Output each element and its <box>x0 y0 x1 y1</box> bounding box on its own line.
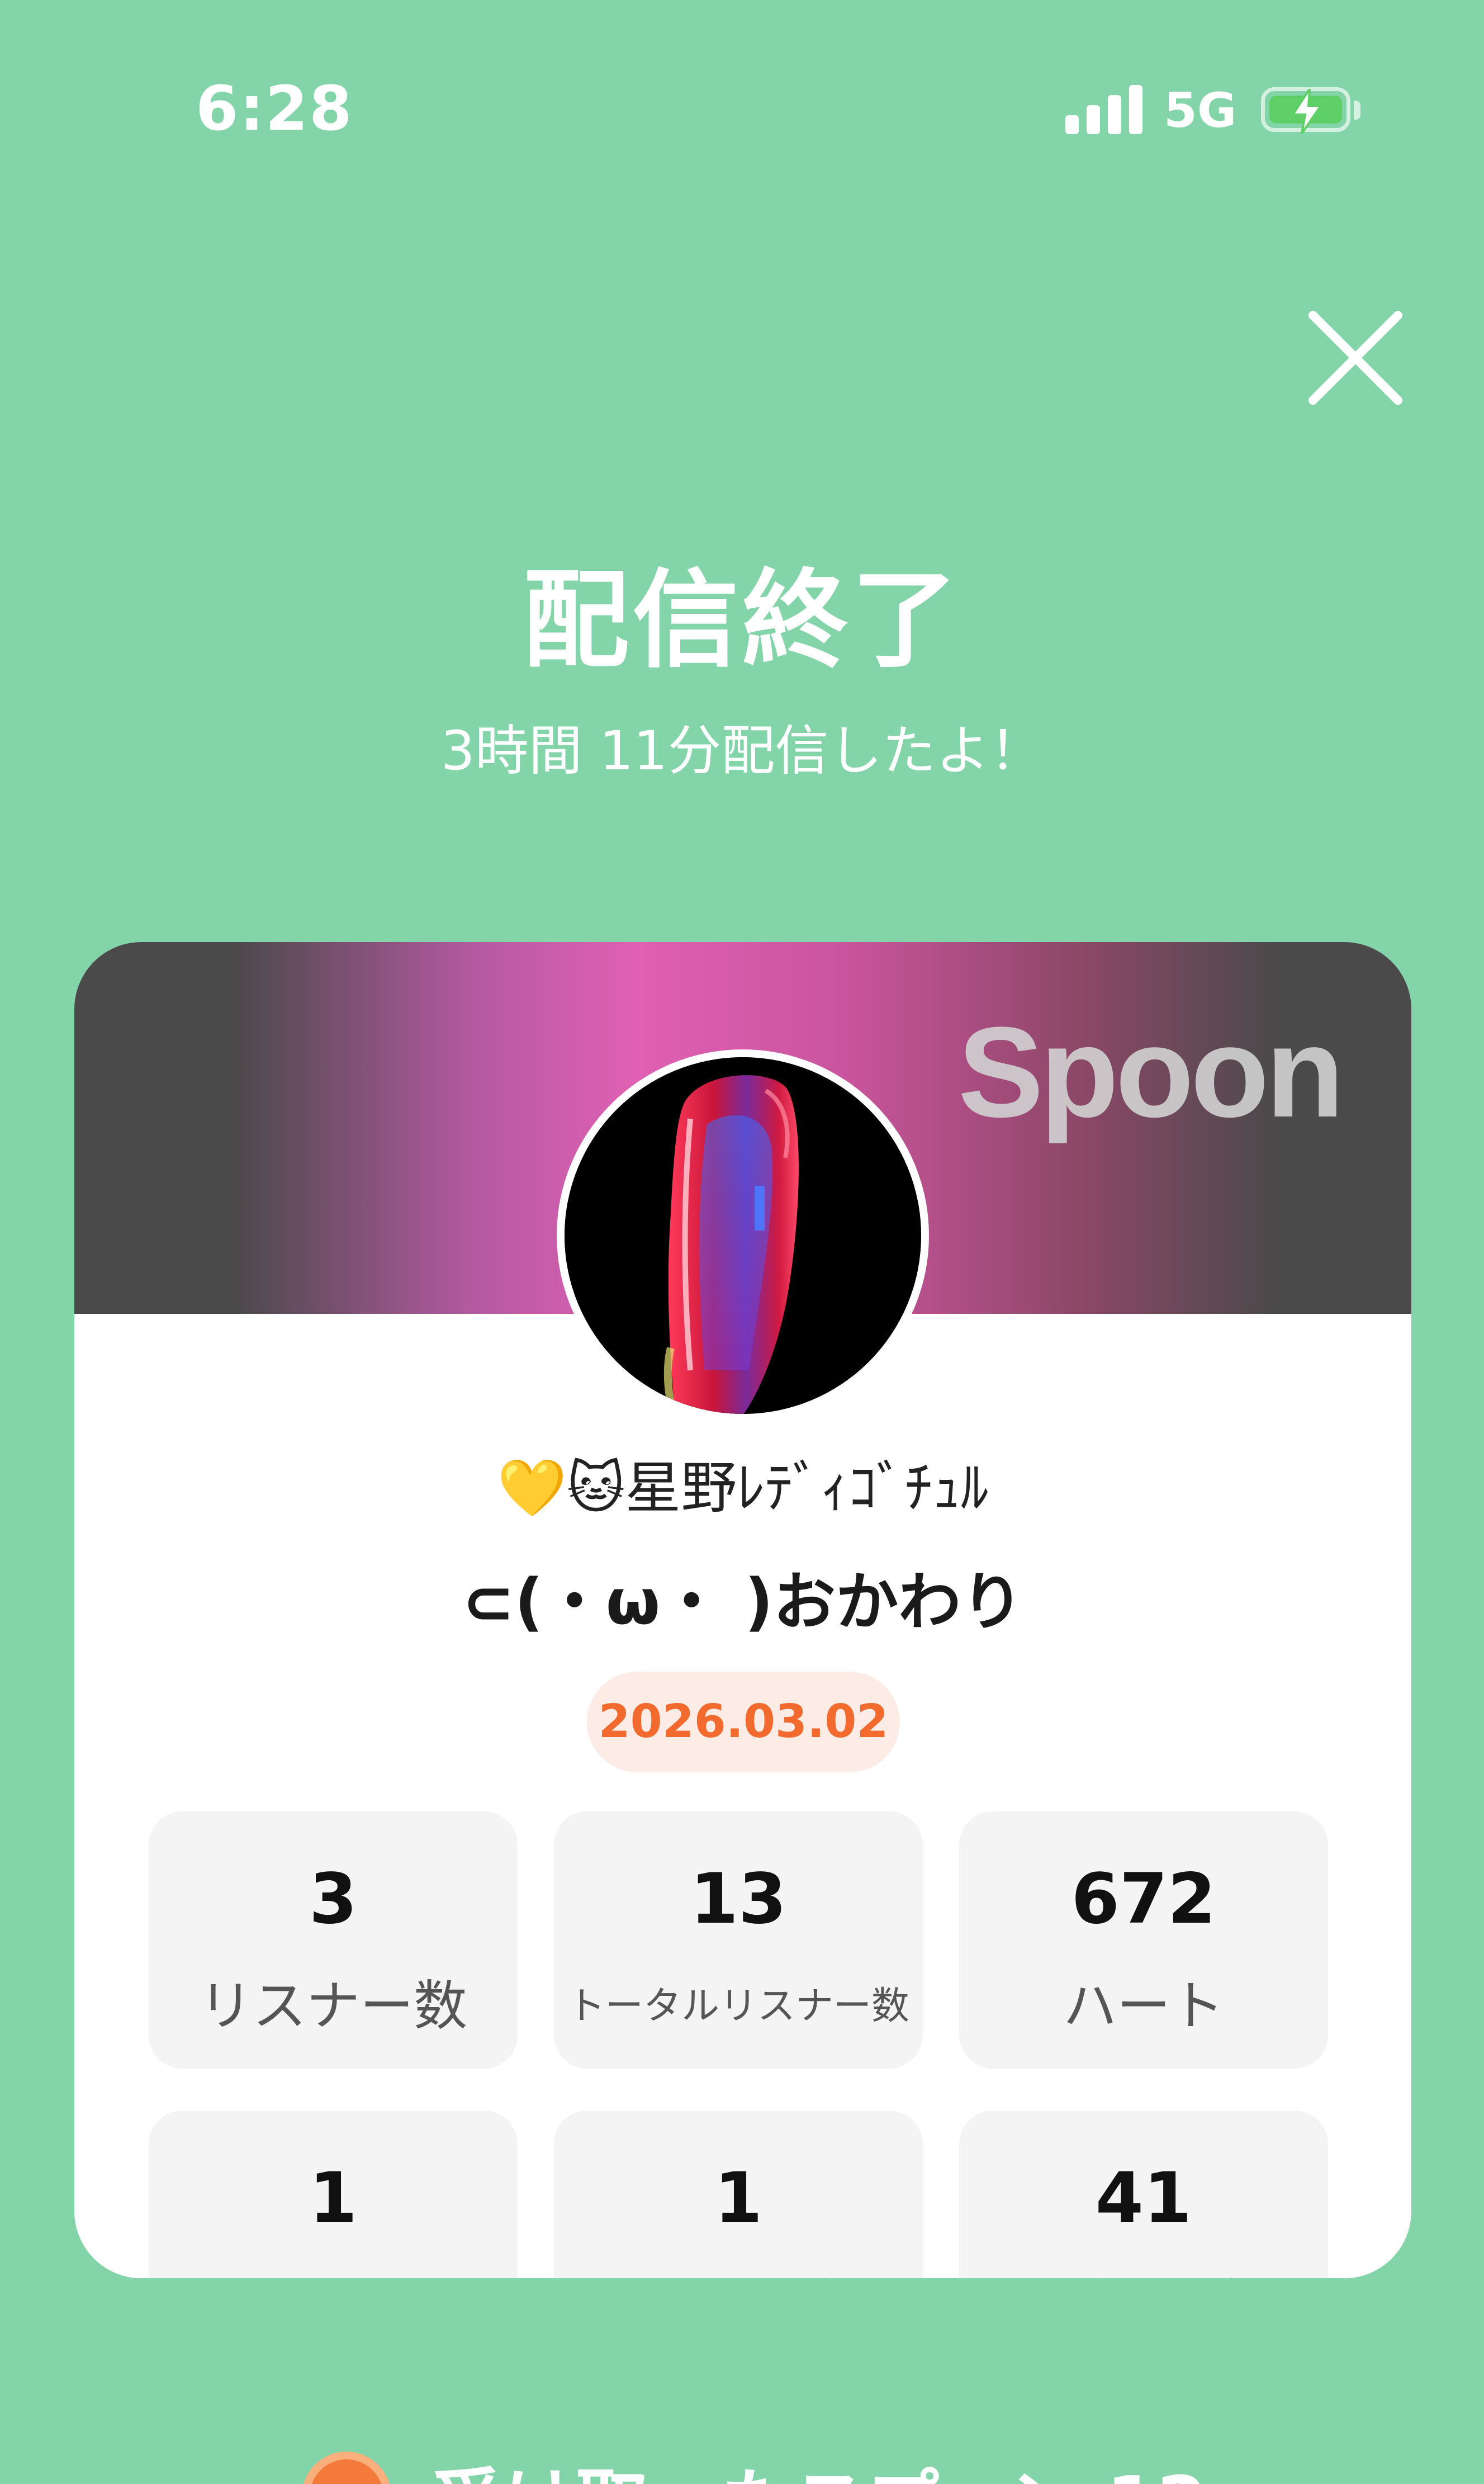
dj-name: 💛🐱星野ﾚﾃﾞｨｺﾞﾁｭﾙ <box>497 1455 989 1521</box>
stat-value: 41 <box>1095 2158 1192 2239</box>
live-ended-screen: 6:28 5G 配信終了 3時間 11分配信したよ！ Spoon 💛🐱星野ﾚﾃﾞ… <box>0 0 1484 2484</box>
stat-label: ハート <box>1063 1975 1224 2037</box>
stat-total-listeners: 13 トータルリスナー数 <box>554 1811 923 2069</box>
stat-value: 3 <box>309 1859 358 1939</box>
battery-charging-icon <box>1261 87 1350 134</box>
stat-value: 1 <box>714 2158 763 2239</box>
battery-cap <box>1354 101 1360 120</box>
avatar-image <box>565 1057 921 1414</box>
stat-label: 最終順位 <box>959 2261 1328 2278</box>
date-badge: 2026.03.02 <box>587 1672 900 1772</box>
signal-icon <box>1065 84 1144 134</box>
status-time: 6:28 <box>196 73 353 144</box>
stat-label: 最高順位 <box>554 2261 923 2278</box>
page-title: 配信終了 <box>523 559 961 682</box>
broadcast-duration: 3時間 11分配信したよ！ <box>440 720 1044 782</box>
stat-value: 1 <box>309 2158 358 2239</box>
stat-label: リスナー数 <box>199 1975 467 2037</box>
stat-hearts: 672 ハート <box>959 1811 1328 2069</box>
network-type: 5G <box>1164 83 1237 139</box>
stat-final-rank: 41 最終順位 <box>959 2111 1328 2278</box>
spoon-logo: Spoon <box>957 1000 1344 1144</box>
live-title: ⊂(・ω・ )おかわり <box>462 1566 1024 1639</box>
stat-value: 672 <box>1071 1859 1216 1939</box>
broadcast-summary-card: Spoon 💛🐱星野ﾚﾃﾞｨｺﾞﾁｭﾙ ⊂(・ω・)おかわり 2026.03.… <box>74 942 1411 2278</box>
spoon-coin-icon <box>302 2452 391 2484</box>
stat-listeners: 3 リスナー数 <box>149 1811 518 2069</box>
stat-highest-rank: 1 最高順位 <box>554 2111 923 2278</box>
received-spoons: 受け取ったスプーン 12 <box>430 2444 1207 2484</box>
stat-new-fans: 1 新しいFAN <box>149 2111 518 2278</box>
close-icon <box>1308 311 1402 405</box>
stat-label: 新しいFAN <box>149 2261 518 2278</box>
stat-label: トータルリスナー数 <box>567 1984 909 2028</box>
stat-value: 13 <box>690 1859 787 1939</box>
avatar[interactable] <box>557 1049 929 1422</box>
close-button[interactable] <box>1305 307 1406 408</box>
